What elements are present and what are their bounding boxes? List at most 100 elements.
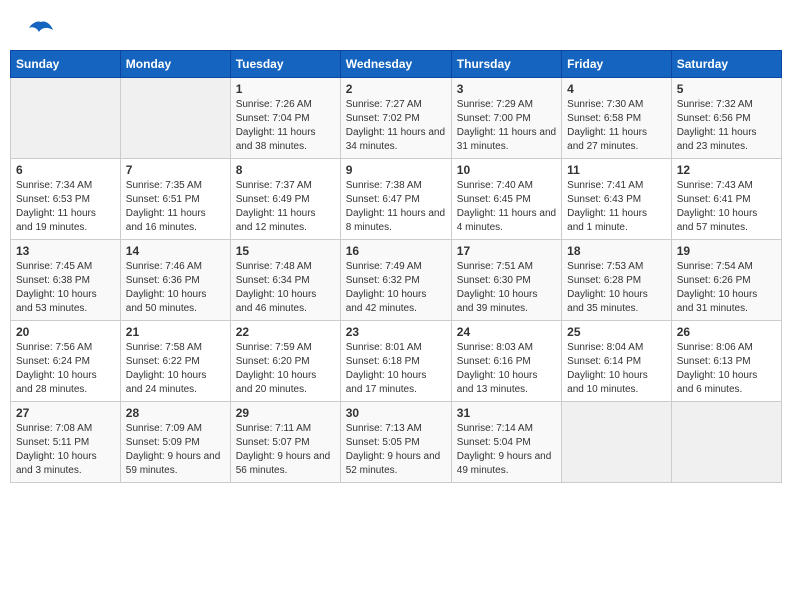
day-number: 1	[236, 82, 335, 96]
cell-info: Sunrise: 8:03 AMSunset: 6:16 PMDaylight:…	[457, 341, 556, 397]
calendar-cell: 30Sunrise: 7:13 AMSunset: 5:05 PMDayligh…	[340, 402, 451, 483]
calendar-cell: 3 Sunrise: 7:29 AMSunset: 7:00 PMDaylight…	[451, 78, 561, 159]
day-number: 16	[346, 244, 446, 258]
cell-info: Sunrise: 8:04 AMSunset: 6:14 PMDaylight:…	[567, 341, 666, 397]
cell-info: Sunrise: 8:06 AMSunset: 6:13 PMDaylight:…	[677, 341, 776, 397]
day-number: 19	[677, 244, 776, 258]
weekday-header-saturday: Saturday	[671, 51, 781, 78]
day-number: 22	[236, 325, 335, 339]
weekday-header-wednesday: Wednesday	[340, 51, 451, 78]
day-number: 21	[126, 325, 225, 339]
cell-info: Sunrise: 7:11 AMSunset: 5:07 PMDaylight:…	[236, 422, 335, 478]
calendar-cell	[671, 402, 781, 483]
calendar-cell: 13 Sunrise: 7:45 AMSunset: 6:38 PMDayligh…	[11, 240, 121, 321]
calendar-cell: 8 Sunrise: 7:37 AMSunset: 6:49 PMDaylight…	[230, 159, 340, 240]
calendar-cell: 16Sunrise: 7:49 AMSunset: 6:32 PMDayligh…	[340, 240, 451, 321]
day-number: 24	[457, 325, 556, 339]
cell-info: Sunrise: 7:37 AMSunset: 6:49 PMDaylight:…	[236, 179, 335, 235]
cell-info: Sunrise: 7:43 AMSunset: 6:41 PMDaylight:…	[677, 179, 776, 235]
calendar-cell: 6 Sunrise: 7:34 AMSunset: 6:53 PMDaylight…	[11, 159, 121, 240]
cell-info: Sunrise: 7:46 AMSunset: 6:36 PMDaylight:…	[126, 260, 225, 316]
calendar-cell: 19 Sunrise: 7:54 AMSunset: 6:26 PMDayligh…	[671, 240, 781, 321]
day-number: 28	[126, 406, 225, 420]
cell-info: Sunrise: 7:27 AMSunset: 7:02 PMDaylight:…	[346, 98, 446, 154]
calendar-cell: 24 Sunrise: 8:03 AMSunset: 6:16 PMDayligh…	[451, 321, 561, 402]
day-number: 18	[567, 244, 666, 258]
cell-info: Sunrise: 7:34 AMSunset: 6:53 PMDaylight:…	[16, 179, 115, 235]
cell-info: Sunrise: 7:54 AMSunset: 6:26 PMDaylight:…	[677, 260, 776, 316]
cell-info: Sunrise: 7:29 AMSunset: 7:00 PMDaylight:…	[457, 98, 556, 154]
day-number: 4	[567, 82, 666, 96]
day-number: 7	[126, 163, 225, 177]
calendar-cell: 4 Sunrise: 7:30 AMSunset: 6:58 PMDaylight…	[562, 78, 672, 159]
cell-info: Sunrise: 7:09 AMSunset: 5:09 PMDaylight:…	[126, 422, 225, 478]
calendar-cell: 1 Sunrise: 7:26 AMSunset: 7:04 PMDaylight…	[230, 78, 340, 159]
calendar-cell: 22Sunrise: 7:59 AMSunset: 6:20 PMDayligh…	[230, 321, 340, 402]
day-number: 26	[677, 325, 776, 339]
calendar-cell: 23 Sunrise: 8:01 AMSunset: 6:18 PMDayligh…	[340, 321, 451, 402]
cell-info: Sunrise: 7:08 AMSunset: 5:11 PMDaylight:…	[16, 422, 115, 478]
logo-bird-icon	[29, 20, 53, 40]
day-number: 31	[457, 406, 556, 420]
cell-info: Sunrise: 7:51 AMSunset: 6:30 PMDaylight:…	[457, 260, 556, 316]
calendar-cell: 15 Sunrise: 7:48 AMSunset: 6:34 PMDayligh…	[230, 240, 340, 321]
calendar-week-1: 6 Sunrise: 7:34 AMSunset: 6:53 PMDaylight…	[11, 159, 782, 240]
calendar-cell	[562, 402, 672, 483]
weekday-header-thursday: Thursday	[451, 51, 561, 78]
calendar-cell: 12 Sunrise: 7:43 AMSunset: 6:41 PMDayligh…	[671, 159, 781, 240]
calendar-header: SundayMondayTuesdayWednesdayThursdayFrid…	[11, 51, 782, 78]
day-number: 14	[126, 244, 225, 258]
day-number: 25	[567, 325, 666, 339]
calendar-cell: 2 Sunrise: 7:27 AMSunset: 7:02 PMDaylight…	[340, 78, 451, 159]
calendar-cell: 28 Sunrise: 7:09 AMSunset: 5:09 PMDayligh…	[120, 402, 230, 483]
day-number: 30	[346, 406, 446, 420]
day-number: 29	[236, 406, 335, 420]
calendar-week-4: 27Sunrise: 7:08 AMSunset: 5:11 PMDayligh…	[11, 402, 782, 483]
weekday-header-friday: Friday	[562, 51, 672, 78]
calendar-cell: 5 Sunrise: 7:32 AMSunset: 6:56 PMDaylight…	[671, 78, 781, 159]
day-number: 15	[236, 244, 335, 258]
cell-info: Sunrise: 7:35 AMSunset: 6:51 PMDaylight:…	[126, 179, 225, 235]
calendar-week-0: 1 Sunrise: 7:26 AMSunset: 7:04 PMDaylight…	[11, 78, 782, 159]
cell-info: Sunrise: 7:58 AMSunset: 6:22 PMDaylight:…	[126, 341, 225, 397]
cell-info: Sunrise: 7:26 AMSunset: 7:04 PMDaylight:…	[236, 98, 335, 154]
weekday-header-tuesday: Tuesday	[230, 51, 340, 78]
calendar-cell: 26 Sunrise: 8:06 AMSunset: 6:13 PMDayligh…	[671, 321, 781, 402]
calendar-cell: 20Sunrise: 7:56 AMSunset: 6:24 PMDayligh…	[11, 321, 121, 402]
day-number: 5	[677, 82, 776, 96]
calendar-cell: 10 Sunrise: 7:40 AMSunset: 6:45 PMDayligh…	[451, 159, 561, 240]
weekday-header-monday: Monday	[120, 51, 230, 78]
cell-info: Sunrise: 7:48 AMSunset: 6:34 PMDaylight:…	[236, 260, 335, 316]
calendar-cell	[11, 78, 121, 159]
cell-info: Sunrise: 7:14 AMSunset: 5:04 PMDaylight:…	[457, 422, 556, 478]
calendar-cell: 31 Sunrise: 7:14 AMSunset: 5:04 PMDayligh…	[451, 402, 561, 483]
cell-info: Sunrise: 7:41 AMSunset: 6:43 PMDaylight:…	[567, 179, 666, 235]
calendar-cell: 9Sunrise: 7:38 AMSunset: 6:47 PMDaylight…	[340, 159, 451, 240]
calendar-cell: 25 Sunrise: 8:04 AMSunset: 6:14 PMDayligh…	[562, 321, 672, 402]
calendar-cell: 14 Sunrise: 7:46 AMSunset: 6:36 PMDayligh…	[120, 240, 230, 321]
calendar-week-3: 20Sunrise: 7:56 AMSunset: 6:24 PMDayligh…	[11, 321, 782, 402]
day-number: 10	[457, 163, 556, 177]
weekday-header-sunday: Sunday	[11, 51, 121, 78]
cell-info: Sunrise: 7:45 AMSunset: 6:38 PMDaylight:…	[16, 260, 115, 316]
day-number: 13	[16, 244, 115, 258]
cell-info: Sunrise: 7:38 AMSunset: 6:47 PMDaylight:…	[346, 179, 446, 235]
day-number: 6	[16, 163, 115, 177]
calendar-cell: 29 Sunrise: 7:11 AMSunset: 5:07 PMDayligh…	[230, 402, 340, 483]
day-number: 23	[346, 325, 446, 339]
day-number: 3	[457, 82, 556, 96]
day-number: 12	[677, 163, 776, 177]
calendar-cell: 17Sunrise: 7:51 AMSunset: 6:30 PMDayligh…	[451, 240, 561, 321]
calendar-week-2: 13 Sunrise: 7:45 AMSunset: 6:38 PMDayligh…	[11, 240, 782, 321]
day-number: 8	[236, 163, 335, 177]
cell-info: Sunrise: 7:53 AMSunset: 6:28 PMDaylight:…	[567, 260, 666, 316]
calendar-cell	[120, 78, 230, 159]
cell-info: Sunrise: 7:32 AMSunset: 6:56 PMDaylight:…	[677, 98, 776, 154]
cell-info: Sunrise: 8:01 AMSunset: 6:18 PMDaylight:…	[346, 341, 446, 397]
logo	[25, 20, 55, 40]
cell-info: Sunrise: 7:40 AMSunset: 6:45 PMDaylight:…	[457, 179, 556, 235]
calendar-cell: 21 Sunrise: 7:58 AMSunset: 6:22 PMDayligh…	[120, 321, 230, 402]
cell-info: Sunrise: 7:30 AMSunset: 6:58 PMDaylight:…	[567, 98, 666, 154]
day-number: 2	[346, 82, 446, 96]
calendar-cell: 27Sunrise: 7:08 AMSunset: 5:11 PMDayligh…	[11, 402, 121, 483]
